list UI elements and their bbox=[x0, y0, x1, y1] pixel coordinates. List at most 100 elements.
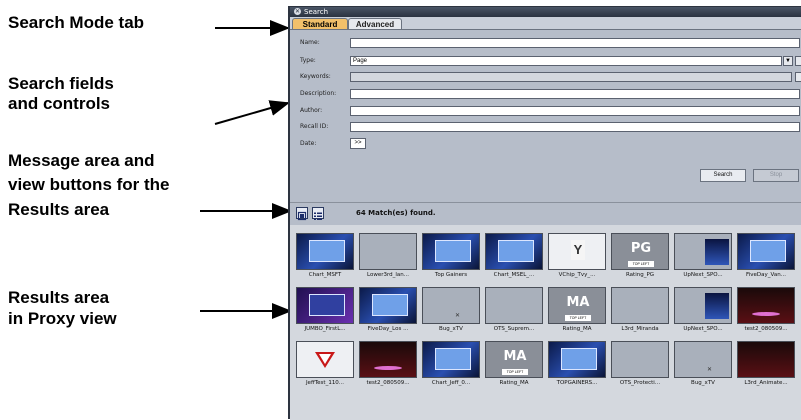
chevron-down-icon[interactable]: ▼ bbox=[783, 56, 793, 66]
result-thumbnail bbox=[737, 341, 795, 378]
result-caption: OTS_Suprem... bbox=[493, 326, 535, 332]
result-thumbnail bbox=[422, 341, 480, 378]
result-caption: Chart_MSFT bbox=[308, 272, 342, 278]
search-form: Name: Type: Page ▼ Keywords: Description… bbox=[290, 30, 801, 190]
rating-logo: PG bbox=[630, 241, 652, 256]
recall-label: Recall ID: bbox=[300, 123, 329, 130]
bug-mark-icon: ✕ bbox=[707, 367, 713, 373]
result-proxy[interactable]: UpNext_SPO... bbox=[674, 233, 732, 281]
result-proxy[interactable]: PG TOP LEFT Rating_PG bbox=[611, 233, 669, 281]
result-proxy[interactable]: ✕ Bug_xTV bbox=[422, 287, 480, 335]
result-caption: VChip_Tvy_... bbox=[558, 272, 596, 278]
result-proxy[interactable]: ✕ Bug_xTV bbox=[674, 341, 732, 389]
result-thumbnail bbox=[296, 233, 354, 270]
author-label: Author: bbox=[300, 107, 323, 114]
result-thumbnail bbox=[359, 233, 417, 270]
bug-mark-icon: ✕ bbox=[455, 313, 461, 319]
result-proxy[interactable]: JUMBO_FirstL... bbox=[296, 287, 354, 335]
keywords-picker-button[interactable] bbox=[795, 72, 801, 82]
tab-standard[interactable]: Standard bbox=[292, 18, 348, 29]
result-proxy[interactable]: Y VChip_Tvy_... bbox=[548, 233, 606, 281]
tab-advanced[interactable]: Advanced bbox=[348, 18, 402, 29]
proxy-view-button[interactable] bbox=[296, 207, 308, 221]
result-caption: Rating_MA bbox=[499, 380, 529, 386]
type-row: Type: Page ▼ bbox=[290, 55, 801, 67]
result-thumbnail bbox=[296, 341, 354, 378]
result-thumbnail bbox=[485, 287, 543, 324]
result-proxy[interactable]: L3rd_Miranda bbox=[611, 287, 669, 335]
result-proxy[interactable]: test2_080509... bbox=[737, 287, 795, 335]
type-label: Type: bbox=[300, 57, 316, 64]
result-caption: test2_080509... bbox=[744, 326, 788, 332]
result-caption: TOPGAINERS... bbox=[556, 380, 598, 386]
result-proxy[interactable]: L3rd_Animate... bbox=[737, 341, 795, 389]
results-area: Chart_MSFT Lower3rd_lan... Top Gainers Char… bbox=[290, 225, 801, 420]
result-thumbnail bbox=[674, 233, 732, 270]
result-proxy[interactable]: test2_080509... bbox=[359, 341, 417, 389]
keywords-input[interactable] bbox=[350, 72, 792, 82]
rating-logo: MA bbox=[566, 295, 590, 310]
type-select[interactable]: Page bbox=[350, 56, 782, 66]
result-proxy[interactable]: FiveDay_Los ... bbox=[359, 287, 417, 335]
author-input[interactable] bbox=[350, 106, 800, 116]
name-label: Name: bbox=[300, 39, 320, 46]
result-thumbnail: MA TOP LEFT bbox=[548, 287, 606, 324]
close-icon[interactable]: ✕ bbox=[294, 8, 301, 15]
result-caption: L3rd_Miranda bbox=[621, 326, 659, 332]
search-mode-tabs: Standard Advanced bbox=[290, 17, 801, 30]
type-options-button[interactable] bbox=[795, 56, 801, 66]
result-proxy[interactable]: Chart_MSFT bbox=[296, 233, 354, 281]
result-thumbnail bbox=[611, 341, 669, 378]
result-caption: Rating_MA bbox=[562, 326, 592, 332]
stop-button[interactable]: Stop bbox=[753, 169, 799, 182]
result-proxy[interactable]: MA TOP LEFT Rating_MA bbox=[485, 341, 543, 389]
keywords-row: Keywords: bbox=[290, 71, 801, 83]
result-thumbnail: PG TOP LEFT bbox=[611, 233, 669, 270]
result-thumbnail bbox=[548, 341, 606, 378]
search-button[interactable]: Search bbox=[700, 169, 746, 182]
match-count-message: 64 Match(es) found. bbox=[356, 209, 436, 217]
result-thumbnail bbox=[296, 287, 354, 324]
result-thumbnail: ✕ bbox=[422, 287, 480, 324]
keywords-label: Keywords: bbox=[300, 73, 331, 80]
description-input[interactable] bbox=[350, 89, 800, 99]
result-proxy[interactable]: Chart_Jeff_0... bbox=[422, 341, 480, 389]
result-thumbnail bbox=[737, 287, 795, 324]
result-proxy[interactable]: OTS_Protecti... bbox=[611, 341, 669, 389]
result-thumbnail bbox=[422, 233, 480, 270]
result-caption: FiveDay_Van... bbox=[746, 272, 786, 278]
date-expand-button[interactable]: >> bbox=[350, 138, 366, 149]
result-caption: Lower3rd_lan... bbox=[366, 272, 409, 278]
result-caption: FiveDay_Los ... bbox=[367, 326, 409, 332]
result-proxy[interactable]: Lower3rd_lan... bbox=[359, 233, 417, 281]
result-proxy[interactable]: Chart_MSEL_... bbox=[485, 233, 543, 281]
result-thumbnail bbox=[737, 233, 795, 270]
result-proxy[interactable]: JeffTest_110... bbox=[296, 341, 354, 389]
arrow-search-fields bbox=[214, 100, 290, 125]
result-proxy[interactable]: Top Gainers bbox=[422, 233, 480, 281]
name-input[interactable] bbox=[350, 38, 800, 48]
result-caption: L3rd_Animate... bbox=[744, 380, 788, 386]
rating-position-tag: TOP LEFT bbox=[502, 369, 528, 375]
result-proxy[interactable]: OTS_Suprem... bbox=[485, 287, 543, 335]
result-thumbnail bbox=[359, 287, 417, 324]
result-proxy[interactable]: TOPGAINERS... bbox=[548, 341, 606, 389]
result-caption: UpNext_SPO... bbox=[683, 326, 723, 332]
result-thumbnail: ✕ bbox=[674, 341, 732, 378]
result-caption: JUMBO_FirstL... bbox=[304, 326, 346, 332]
result-proxy[interactable]: FiveDay_Van... bbox=[737, 233, 795, 281]
date-row: Date: >> bbox=[290, 138, 801, 150]
result-caption: Bug_xTV bbox=[439, 326, 463, 332]
window-title: Search bbox=[304, 8, 329, 16]
list-view-button[interactable] bbox=[312, 207, 324, 220]
date-label: Date: bbox=[300, 140, 317, 147]
result-proxy[interactable]: UpNext_SPO... bbox=[674, 287, 732, 335]
search-window: ✕ Search Standard Advanced Name: Type: Pa… bbox=[288, 6, 801, 420]
rating-position-tag: TOP LEFT bbox=[565, 315, 591, 321]
result-caption: Top Gainers bbox=[434, 272, 468, 278]
author-row: Author: bbox=[290, 105, 801, 117]
recall-id-input[interactable] bbox=[350, 122, 800, 132]
result-proxy[interactable]: MA TOP LEFT Rating_MA bbox=[548, 287, 606, 335]
proxy-view-icon bbox=[297, 211, 307, 221]
result-caption: Chart_MSEL_... bbox=[493, 272, 535, 278]
